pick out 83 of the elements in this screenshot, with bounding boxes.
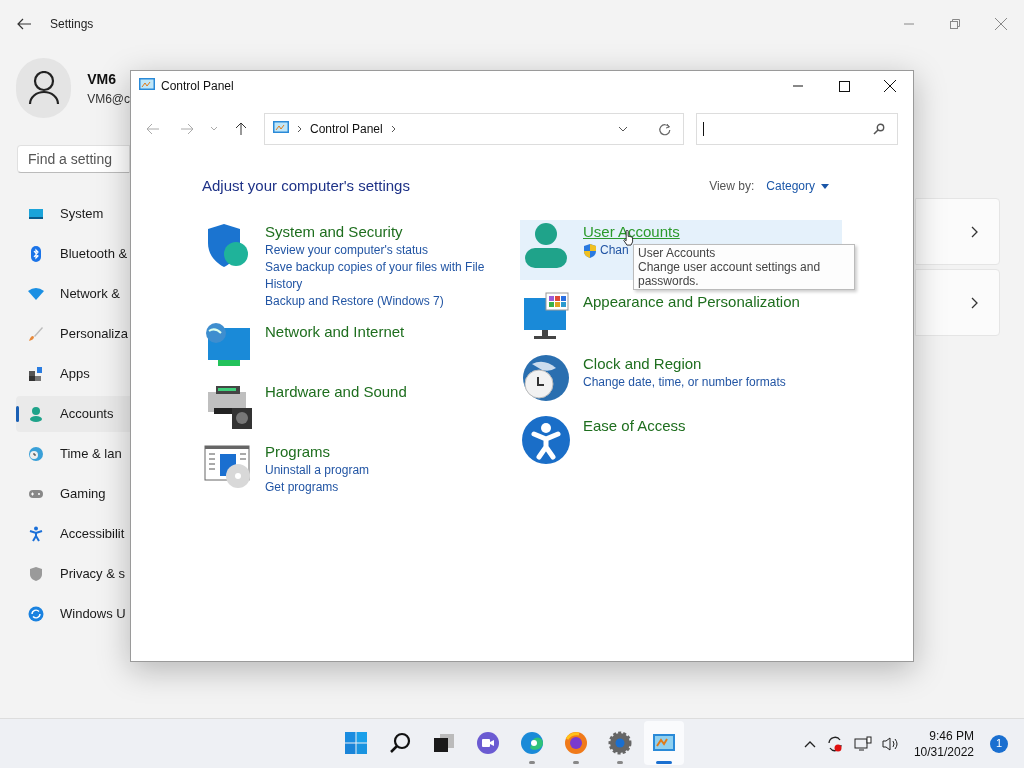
nav-item[interactable]: Accessibilit bbox=[16, 516, 130, 552]
category-link[interactable]: Ease of Access bbox=[583, 415, 686, 436]
running-indicator bbox=[617, 761, 623, 764]
dropdown-icon[interactable] bbox=[618, 126, 628, 132]
nav-item[interactable]: Privacy & s bbox=[16, 556, 130, 592]
chevron-right-icon[interactable] bbox=[390, 125, 396, 133]
window-title: Control Panel bbox=[161, 78, 234, 95]
nav-item[interactable]: Personaliza bbox=[16, 316, 130, 352]
task-link[interactable]: Chan bbox=[600, 241, 629, 259]
nav-item[interactable]: Gaming bbox=[16, 476, 130, 512]
date: 10/31/2022 bbox=[913, 743, 974, 760]
clock[interactable]: 9:46 PM 10/31/2022 bbox=[913, 727, 974, 760]
task-view-icon bbox=[432, 731, 456, 755]
view-by-label: View by: bbox=[709, 178, 755, 196]
category-link[interactable]: Programs bbox=[265, 441, 370, 462]
up-arrow-icon[interactable] bbox=[234, 122, 248, 136]
category-link[interactable]: System and Security bbox=[265, 221, 495, 242]
nav-icon bbox=[28, 606, 44, 622]
notification-count[interactable]: 1 bbox=[990, 734, 1008, 753]
search-field[interactable] bbox=[696, 113, 898, 145]
back-arrow-icon[interactable] bbox=[16, 16, 32, 32]
accessibility-icon bbox=[522, 415, 570, 464]
tooltip-title: User Accounts bbox=[638, 246, 717, 260]
user-name: VM6 bbox=[87, 69, 117, 89]
start-icon bbox=[344, 731, 368, 755]
running-indicator bbox=[573, 761, 579, 764]
chevron-up-icon[interactable] bbox=[803, 739, 816, 748]
nav-icon bbox=[28, 246, 44, 262]
nav-icon bbox=[28, 526, 44, 542]
time: 9:46 PM bbox=[929, 727, 974, 744]
edge-icon bbox=[520, 731, 544, 755]
nav-icon bbox=[28, 566, 44, 582]
refresh-icon[interactable] bbox=[658, 122, 671, 136]
selection-indicator bbox=[16, 406, 19, 422]
gear-icon bbox=[608, 731, 632, 755]
nav-icon bbox=[28, 366, 44, 382]
task-link[interactable]: Uninstall a program bbox=[265, 461, 370, 479]
nav-icon bbox=[28, 286, 44, 302]
task-link[interactable]: Save backup copies of your files with File History bbox=[265, 258, 495, 293]
text-caret bbox=[703, 122, 704, 136]
window-title: Settings bbox=[50, 16, 94, 33]
chevron-right-icon[interactable] bbox=[297, 125, 302, 133]
nav-icon bbox=[28, 206, 44, 222]
running-indicator bbox=[656, 761, 672, 764]
nav-icon bbox=[28, 326, 44, 342]
running-indicator bbox=[529, 761, 535, 764]
category-link[interactable]: Appearance and Personalization bbox=[583, 291, 800, 312]
task-link[interactable]: Review your computer's status bbox=[265, 241, 429, 259]
category-link[interactable]: Clock and Region bbox=[583, 353, 786, 374]
nav-icon bbox=[28, 406, 44, 422]
caret-down-icon bbox=[821, 183, 829, 189]
search-field[interactable]: Find a setting bbox=[17, 145, 130, 173]
nav-item[interactable]: Windows U bbox=[16, 596, 130, 632]
nav-item[interactable]: Network & bbox=[16, 276, 130, 312]
tooltip-text: Change user account settings and passwords. bbox=[638, 260, 822, 288]
category-link[interactable]: Network and Internet bbox=[265, 321, 405, 342]
breadcrumb-item[interactable]: Control Panel bbox=[310, 120, 383, 138]
nav-item[interactable]: Accounts bbox=[16, 396, 130, 432]
page-heading: Adjust your computer's settings bbox=[202, 176, 410, 196]
view-by-dropdown[interactable]: Category bbox=[766, 177, 829, 196]
monitor-tiles-icon bbox=[522, 291, 570, 340]
task-link[interactable]: Change date, time, or number formats bbox=[583, 373, 786, 391]
firefox-icon bbox=[564, 731, 588, 755]
nav-item[interactable]: System bbox=[16, 196, 130, 232]
user-icon bbox=[522, 221, 570, 270]
category-link[interactable]: Hardware and Sound bbox=[265, 381, 407, 402]
network-monitor-icon[interactable] bbox=[853, 735, 872, 752]
chevron-right-icon bbox=[971, 225, 979, 238]
task-link[interactable]: Get programs bbox=[265, 478, 339, 496]
nav-icon bbox=[28, 446, 44, 462]
nav-item[interactable]: Apps bbox=[16, 356, 130, 392]
user-email: VM6@c bbox=[87, 90, 130, 108]
sync-icon[interactable] bbox=[825, 734, 844, 753]
globe-clock-icon bbox=[522, 353, 570, 402]
speaker-icon[interactable] bbox=[881, 735, 900, 752]
nav-item[interactable]: Time & lan bbox=[16, 436, 130, 472]
nav-item[interactable]: Bluetooth & bbox=[16, 236, 130, 272]
task-link[interactable]: Backup and Restore (Windows 7) bbox=[265, 292, 444, 310]
chevron-right-icon bbox=[971, 296, 979, 309]
search-icon bbox=[388, 731, 412, 755]
address-bar[interactable]: Control Panel bbox=[264, 113, 684, 145]
search-icon[interactable] bbox=[873, 123, 885, 135]
chat-icon bbox=[476, 731, 500, 755]
